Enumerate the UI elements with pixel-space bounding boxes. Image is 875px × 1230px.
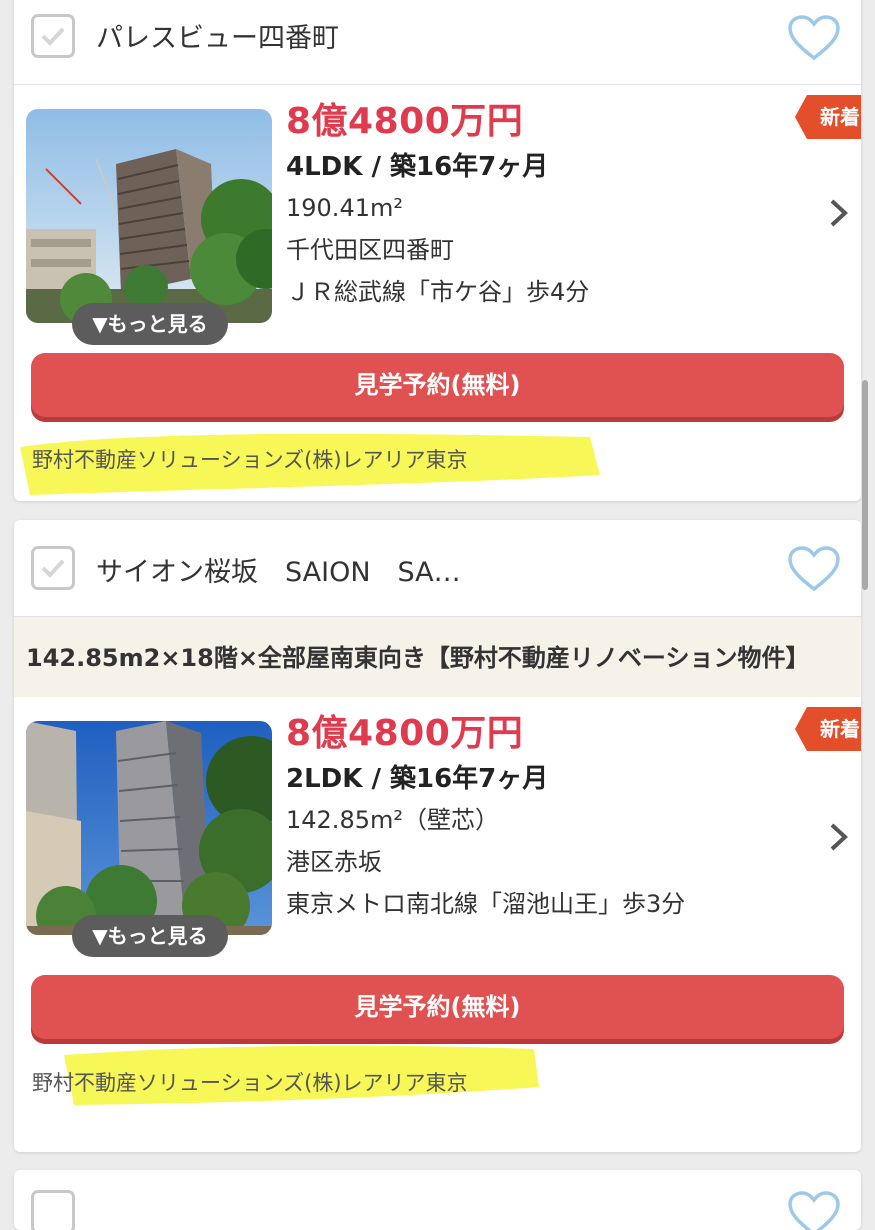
tour-reservation-button[interactable]: 見学予約(無料) xyxy=(31,975,844,1039)
property-photo[interactable] xyxy=(26,721,272,935)
check-icon xyxy=(41,559,65,578)
chevron-right-icon[interactable] xyxy=(827,821,851,853)
listing-body[interactable]: ▼もっと見る 8億4800万円 2LDK / 築16年7ヶ月 142.85m²（… xyxy=(14,697,861,1115)
favorite-heart-icon[interactable] xyxy=(787,14,841,62)
see-more-button[interactable]: ▼もっと見る xyxy=(72,915,228,957)
floor-area: 142.85m²（壁芯） xyxy=(286,806,499,834)
favorite-heart-icon[interactable] xyxy=(787,1190,841,1230)
floor-area: 190.41m² xyxy=(286,194,403,222)
listing-card xyxy=(14,1170,861,1230)
listing-header: サイオン桜坂 SAION SA… xyxy=(14,520,861,617)
see-more-button[interactable]: ▼もっと見る xyxy=(72,303,228,345)
compare-checkbox[interactable] xyxy=(31,546,75,590)
listing-card: パレスビュー四番町 ▼もっと見る 8億4800万円 4LDK / 築16年7ヶ月… xyxy=(14,0,861,501)
price: 8億4800万円 xyxy=(286,713,524,754)
property-photo[interactable] xyxy=(26,109,272,323)
layout-age: 4LDK / 築16年7ヶ月 xyxy=(286,152,549,182)
station-access: ＪＲ総武線「市ケ谷」歩4分 xyxy=(286,278,590,306)
new-badge-label: 新着 xyxy=(820,717,860,741)
listing-card: サイオン桜坂 SAION SA… 142.85m2×18階×全部屋南東向き【野村… xyxy=(14,520,861,1152)
check-icon xyxy=(41,27,65,46)
compare-checkbox[interactable] xyxy=(31,1190,75,1230)
new-badge: 新着 xyxy=(795,95,861,143)
address: 港区赤坂 xyxy=(286,848,382,876)
promo-headline[interactable]: 142.85m2×18階×全部屋南東向き【野村不動産リノベーション物件】 xyxy=(14,617,861,697)
new-badge: 新着 xyxy=(795,707,861,755)
new-badge-label: 新着 xyxy=(820,105,860,129)
chevron-right-icon[interactable] xyxy=(827,197,851,229)
agent-name: 野村不動産ソリューションズ(株)レアリア東京 xyxy=(32,1071,468,1095)
favorite-heart-icon[interactable] xyxy=(787,545,841,593)
scrollbar[interactable] xyxy=(862,380,868,590)
property-name[interactable]: パレスビュー四番町 xyxy=(96,16,339,55)
price: 8億4800万円 xyxy=(286,101,524,142)
layout-age: 2LDK / 築16年7ヶ月 xyxy=(286,764,549,794)
agent-name: 野村不動産ソリューションズ(株)レアリア東京 xyxy=(32,448,468,472)
listing-header: パレスビュー四番町 xyxy=(14,0,861,85)
listing-info[interactable]: 8億4800万円 2LDK / 築16年7ヶ月 142.85m²（壁芯） 港区赤… xyxy=(286,709,685,925)
listing-info[interactable]: 8億4800万円 4LDK / 築16年7ヶ月 190.41m² 千代田区四番町… xyxy=(286,97,589,313)
compare-checkbox[interactable] xyxy=(31,14,75,58)
tour-reservation-button[interactable]: 見学予約(無料) xyxy=(31,353,844,417)
station-access: 東京メトロ南北線「溜池山王」歩3分 xyxy=(286,890,686,918)
property-name[interactable]: サイオン桜坂 SAION SA… xyxy=(96,550,461,589)
address: 千代田区四番町 xyxy=(286,236,454,264)
listing-body[interactable]: ▼もっと見る 8億4800万円 4LDK / 築16年7ヶ月 190.41m² … xyxy=(14,85,861,501)
